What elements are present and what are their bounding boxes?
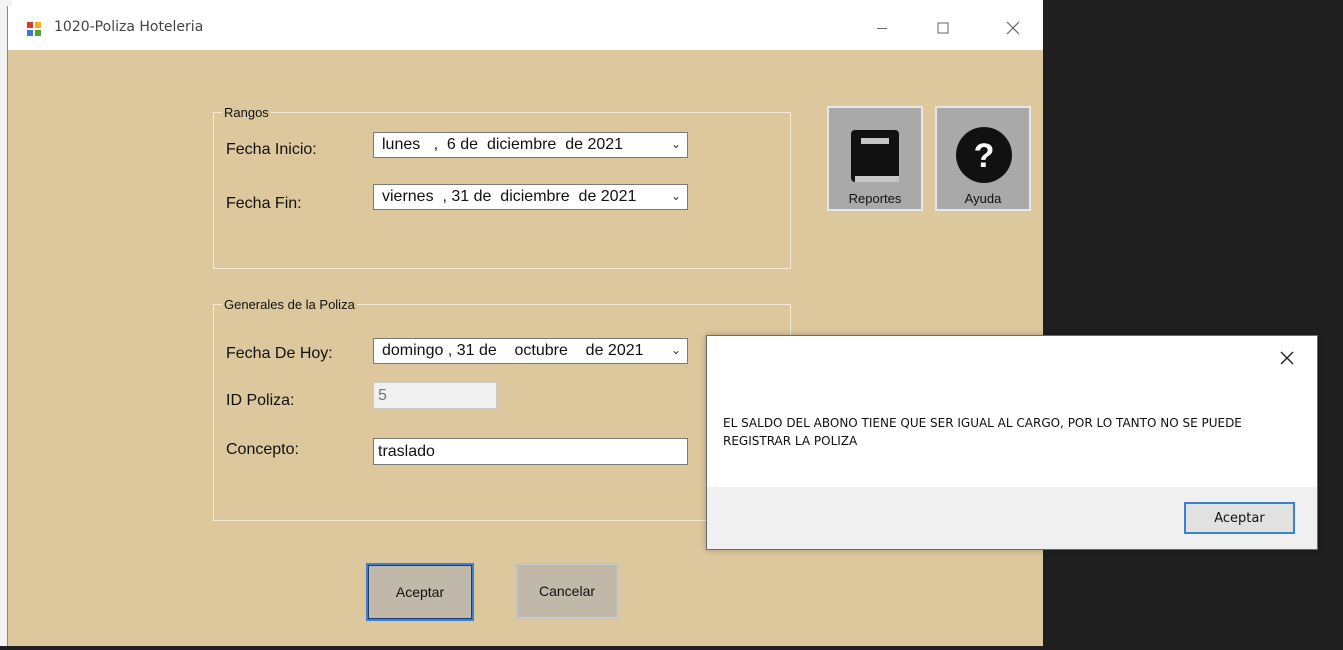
generales-group bbox=[213, 304, 791, 521]
desktop-background-bottom bbox=[0, 646, 1343, 650]
fecha-inicio-value: lunes , 6 de diciembre de 2021 bbox=[382, 136, 624, 153]
main-window: 1020-Poliza Hoteleria Rangos Fecha Inici… bbox=[7, 6, 1043, 646]
dialog-ok-button[interactable]: Aceptar bbox=[1184, 502, 1295, 534]
fecha-fin-picker[interactable]: viernes , 31 de diciembre de 2021 ⌄ bbox=[373, 184, 688, 210]
question-mark-icon: ? bbox=[956, 127, 1012, 183]
reportes-label: Reportes bbox=[848, 191, 902, 206]
minimize-button[interactable] bbox=[859, 6, 905, 50]
desktop-background bbox=[1043, 0, 1343, 650]
close-icon bbox=[1006, 21, 1020, 35]
fecha-fin-value: viernes , 31 de diciembre de 2021 bbox=[382, 188, 637, 205]
message-dialog: EL SALDO DEL ABONO TIENE QUE SER IGUAL A… bbox=[706, 335, 1318, 550]
reportes-button[interactable]: Reportes bbox=[827, 106, 923, 211]
fecha-inicio-label: Fecha Inicio: bbox=[226, 141, 317, 158]
concepto-label: Concepto: bbox=[226, 441, 299, 458]
close-button[interactable] bbox=[990, 6, 1036, 50]
fecha-hoy-picker[interactable]: domingo , 31 de octubre de 2021 ⌄ bbox=[373, 338, 688, 364]
ayuda-button[interactable]: ? Ayuda bbox=[935, 106, 1031, 211]
dialog-close-button[interactable] bbox=[1280, 346, 1294, 371]
concepto-field[interactable]: traslado bbox=[373, 438, 688, 465]
ayuda-label: Ayuda bbox=[964, 191, 1002, 206]
dialog-footer: Aceptar bbox=[707, 487, 1317, 549]
id-poliza-field[interactable]: 5 bbox=[373, 382, 497, 409]
title-bar: 1020-Poliza Hoteleria bbox=[8, 6, 1043, 50]
app-icon bbox=[27, 22, 41, 36]
svg-text:?: ? bbox=[974, 137, 995, 175]
fecha-hoy-label: Fecha De Hoy: bbox=[226, 345, 333, 362]
minimize-icon bbox=[877, 28, 887, 29]
dialog-message: EL SALDO DEL ABONO TIENE QUE SER IGUAL A… bbox=[723, 416, 1242, 448]
fecha-inicio-picker[interactable]: lunes , 6 de diciembre de 2021 ⌄ bbox=[373, 132, 688, 158]
maximize-button[interactable] bbox=[920, 6, 966, 50]
window-title: 1020-Poliza Hoteleria bbox=[54, 19, 204, 35]
aceptar-button[interactable]: Aceptar bbox=[366, 563, 474, 621]
chevron-down-icon[interactable]: ⌄ bbox=[671, 343, 681, 357]
close-icon bbox=[1280, 351, 1294, 365]
fecha-hoy-value: domingo , 31 de octubre de 2021 bbox=[382, 342, 644, 359]
chevron-down-icon[interactable]: ⌄ bbox=[671, 189, 681, 203]
rangos-group-title: Rangos bbox=[222, 105, 271, 120]
generales-group-title: Generales de la Poliza bbox=[222, 297, 357, 312]
chevron-down-icon[interactable]: ⌄ bbox=[671, 137, 681, 151]
maximize-icon bbox=[937, 22, 949, 34]
id-poliza-label: ID Poliza: bbox=[226, 392, 295, 409]
cancelar-button[interactable]: Cancelar bbox=[515, 563, 619, 619]
fecha-fin-label: Fecha Fin: bbox=[226, 195, 302, 212]
book-icon bbox=[851, 130, 899, 182]
